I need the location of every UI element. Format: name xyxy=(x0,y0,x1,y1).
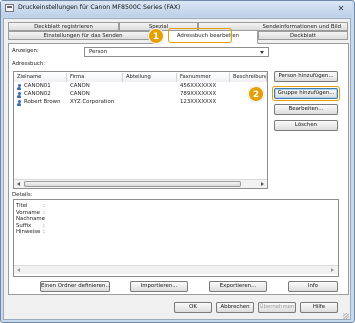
table-row[interactable]: Robert Brown XYZ Corporation 123XXXXXXX xyxy=(14,99,267,106)
addressbook-label: Adressbuch: xyxy=(12,61,46,67)
view-select[interactable]: Person xyxy=(84,47,269,57)
view-label: Anzeigen: xyxy=(12,48,39,54)
callout-step-2: 2 xyxy=(248,86,264,102)
detail-value-hinweise: : xyxy=(43,229,45,235)
tab-highlight-frame xyxy=(168,28,232,43)
row-fax: 456XXXXXXX xyxy=(180,83,217,89)
user-icon xyxy=(17,91,21,98)
import-button[interactable]: Importieren... xyxy=(130,281,188,292)
row-firma: CANON xyxy=(70,83,90,89)
tab-einstellungen-senden[interactable]: Einstellungen für das Senden xyxy=(8,31,158,40)
row-name: CANON02 xyxy=(24,91,51,97)
edit-button[interactable]: Bearbeiten... xyxy=(274,104,338,115)
scroll-left-icon[interactable] xyxy=(17,268,20,272)
help-button[interactable]: Hilfe xyxy=(300,302,338,313)
scroll-right-icon[interactable] xyxy=(331,268,334,272)
resize-grip-icon[interactable] xyxy=(343,313,349,319)
column-zielname[interactable]: Zielname xyxy=(14,73,67,82)
apply-button[interactable]: Übernehmen xyxy=(258,302,296,313)
detail-field-hinweise: Hinweise xyxy=(16,229,41,235)
table-row[interactable]: CANON01 CANON 456XXXXXXX xyxy=(14,83,267,90)
scroll-left-icon[interactable] xyxy=(17,182,20,186)
ok-button[interactable]: OK xyxy=(174,302,212,313)
export-button[interactable]: Exportieren... xyxy=(209,281,267,292)
row-fax: 789XXXXXXX xyxy=(180,91,217,97)
scroll-thumb[interactable] xyxy=(24,181,241,187)
delete-button[interactable]: Löschen xyxy=(274,120,338,131)
tab-deckblatt-registrieren[interactable]: Deckblatt registrieren xyxy=(8,22,119,31)
scroll-right-icon[interactable] xyxy=(261,182,264,186)
printer-app-icon xyxy=(5,4,14,12)
row-name: Robert Brown xyxy=(24,99,61,105)
define-folder-button[interactable]: Einen Ordner definieren... xyxy=(40,281,111,292)
user-icon xyxy=(17,83,21,90)
cancel-button[interactable]: Abbrechen xyxy=(216,302,254,313)
details-horizontal-scrollbar[interactable] xyxy=(14,265,338,274)
table-row[interactable]: CANON02 CANON 789XXXXXXX xyxy=(14,91,267,98)
column-beschreibung[interactable]: Beschreibung xyxy=(230,73,267,82)
close-icon[interactable]: ✕ xyxy=(334,4,348,13)
row-firma: CANON xyxy=(70,91,90,97)
add-person-button[interactable]: Person hinzufügen... xyxy=(274,71,338,82)
list-horizontal-scrollbar[interactable] xyxy=(14,179,267,188)
details-label: Details: xyxy=(12,192,33,198)
column-faxnummer[interactable]: Faxnummer xyxy=(177,73,230,82)
row-name: CANON01 xyxy=(24,83,51,89)
tab-deckblatt[interactable]: Deckblatt xyxy=(258,31,348,40)
row-fax: 123XXXXXXX xyxy=(180,99,217,105)
column-abteilung[interactable]: Abteilung xyxy=(123,73,177,82)
user-icon xyxy=(17,99,21,106)
view-select-value: Person xyxy=(89,49,108,55)
column-firma[interactable]: Firma xyxy=(67,73,123,82)
chevron-down-icon xyxy=(260,51,264,54)
callout-step-1: 1 xyxy=(148,28,164,44)
info-button[interactable]: Info xyxy=(288,281,338,292)
details-fields: Titel : Vorname : Nachname : Suffix : Hi… xyxy=(16,203,96,243)
row-firma: XYZ Corporation xyxy=(70,99,115,105)
window-title: Druckeinstellungen für Canon MF8500C Ser… xyxy=(18,4,181,11)
add-group-highlight-frame xyxy=(272,86,340,101)
